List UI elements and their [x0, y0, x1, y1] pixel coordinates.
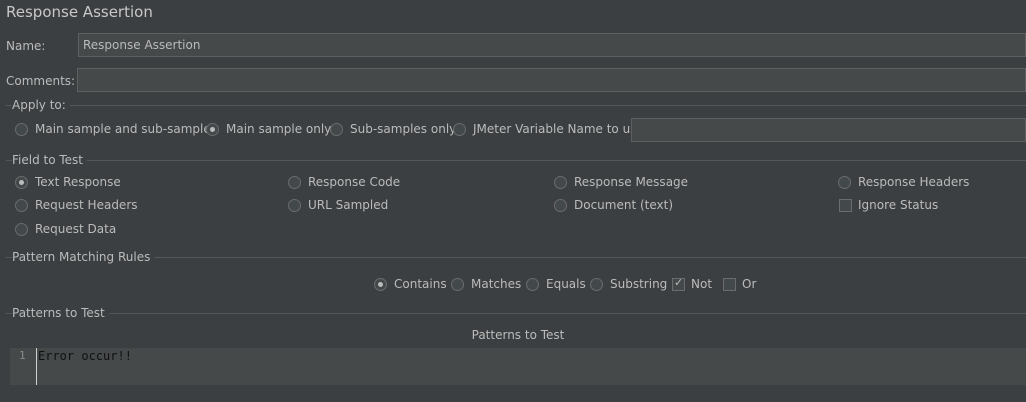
radio-indicator [288, 198, 301, 212]
pattern-matching-title: Pattern Matching Rules [12, 250, 155, 264]
option-label: Response Code [308, 175, 401, 189]
match-contains-radio[interactable]: Contains [374, 277, 447, 291]
option-label: Ignore Status [858, 198, 939, 212]
option-label: Main sample and sub-samples [35, 122, 217, 136]
radio-indicator [15, 175, 28, 189]
or-checkbox[interactable]: Or [723, 277, 756, 291]
apply-to-divider [6, 105, 1026, 106]
field-request-data-radio[interactable]: Request Data [15, 222, 116, 236]
jmeter-variable-input[interactable] [631, 118, 1026, 142]
name-input[interactable]: Response Assertion [78, 33, 1026, 57]
option-label: Document (text) [574, 198, 674, 212]
checkbox-indicator [839, 198, 852, 212]
option-label: Contains [394, 277, 447, 291]
apply-main-and-sub-radio[interactable]: Main sample and sub-samples [15, 122, 217, 136]
apply-to-title: Apply to: [12, 98, 70, 112]
option-label: Equals [546, 277, 586, 291]
radio-indicator [838, 175, 851, 189]
option-label: Substring [610, 277, 668, 291]
field-text-response-radio[interactable]: Text Response [15, 175, 121, 189]
option-label: Or [742, 277, 757, 291]
radio-indicator [206, 122, 219, 136]
field-response-code-radio[interactable]: Response Code [288, 175, 400, 189]
radio-indicator [526, 277, 539, 291]
patterns-column-header[interactable]: Patterns to Test [10, 322, 1026, 349]
checkbox-indicator [723, 277, 736, 291]
option-label: Matches [471, 277, 522, 291]
patterns-divider [6, 313, 1026, 314]
patterns-title: Patterns to Test [12, 306, 109, 320]
field-request-headers-radio[interactable]: Request Headers [15, 198, 138, 212]
comments-input[interactable] [77, 68, 1026, 92]
line-number: 1 [19, 349, 26, 362]
field-response-headers-radio[interactable]: Response Headers [838, 175, 969, 189]
field-url-sampled-radio[interactable]: URL Sampled [288, 198, 388, 212]
radio-indicator [451, 277, 464, 291]
radio-indicator [15, 122, 28, 136]
radio-indicator [554, 175, 567, 189]
column-header-label: Patterns to Test [471, 328, 565, 342]
panel-title: Response Assertion [6, 3, 153, 21]
radio-indicator [590, 277, 603, 291]
option-label: URL Sampled [308, 198, 389, 212]
option-label: Text Response [35, 175, 121, 189]
apply-sub-only-radio[interactable]: Sub-samples only [330, 122, 456, 136]
field-response-message-radio[interactable]: Response Message [554, 175, 688, 189]
option-label: Request Headers [35, 198, 138, 212]
radio-indicator [330, 122, 343, 136]
field-to-test-title: Field to Test [12, 153, 88, 167]
not-checkbox[interactable]: Not [672, 276, 713, 291]
pattern-text[interactable]: Error occur!! [38, 349, 132, 363]
line-number-gutter: 1 [10, 348, 37, 385]
match-equals-radio[interactable]: Equals [526, 277, 586, 291]
radio-indicator [15, 198, 28, 212]
comments-label: Comments: [6, 74, 76, 88]
ignore-status-checkbox[interactable]: Ignore Status [839, 198, 938, 212]
radio-indicator [453, 122, 466, 136]
radio-indicator [288, 175, 301, 189]
radio-indicator [554, 198, 567, 212]
pattern-matching-divider [6, 257, 1026, 258]
field-document-text-radio[interactable]: Document (text) [554, 198, 673, 212]
match-matches-radio[interactable]: Matches [451, 277, 521, 291]
name-label: Name: [6, 39, 46, 53]
radio-indicator [374, 277, 387, 291]
option-label: Request Data [35, 222, 117, 236]
match-substring-radio[interactable]: Substring [590, 277, 667, 291]
option-label: Response Headers [858, 175, 970, 189]
apply-jmeter-variable-radio[interactable]: JMeter Variable Name to use [453, 122, 644, 136]
option-label: Response Message [574, 175, 689, 189]
radio-indicator [15, 222, 28, 236]
option-label: JMeter Variable Name to use [473, 122, 644, 136]
option-label: Not [691, 277, 713, 291]
option-label: Main sample only [226, 122, 332, 136]
option-label: Sub-samples only [350, 122, 457, 136]
apply-main-only-radio[interactable]: Main sample only [206, 122, 331, 136]
checkbox-indicator [672, 276, 685, 291]
patterns-editor[interactable]: 1 Error occur!! [10, 348, 1026, 385]
field-to-test-divider [6, 160, 1026, 161]
